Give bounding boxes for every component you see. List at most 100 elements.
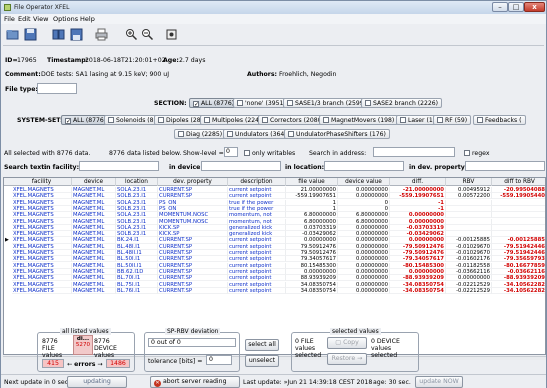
header-rbv[interactable]: RBV — [446, 178, 492, 186]
cell-location: SOLB.23.I1 — [116, 218, 158, 225]
settings-icon[interactable] — [165, 28, 178, 41]
header-diff-to-rbv[interactable]: diff to RBV — [492, 178, 545, 186]
header-location[interactable]: location — [116, 178, 158, 186]
table-row[interactable]: XFEL.MAGNETS MAGNET.ML SOLA.23.I1 PS_ON true… — [4, 199, 545, 206]
systemset-solenoids-toggle[interactable]: Solenoids (8) — [104, 115, 160, 125]
cell-device: MAGNET.ML — [72, 250, 116, 257]
cell-location: BL.70I.I1 — [116, 275, 158, 282]
copy-button[interactable]: ▢ Copy — [327, 337, 367, 349]
cell-rbv — [446, 224, 492, 231]
open-folder-icon[interactable] — [6, 28, 19, 41]
header-device-value[interactable]: device value — [338, 178, 390, 186]
section-all-toggle[interactable]: ✓ ALL (8776) — [189, 98, 239, 108]
table-row[interactable]: XFEL.MAGNETS MAGNET.ML BL.48I.I1 CURRENT.SP… — [4, 243, 545, 250]
menu-file[interactable]: File — [4, 15, 15, 23]
table-row[interactable]: XFEL.MAGNETS MAGNET.ML BL.50II.I1 CURRENT.S… — [4, 262, 545, 269]
cell-diff: -80.15485300 — [390, 262, 446, 269]
header-diff[interactable]: diff. — [390, 178, 446, 186]
cell-device-value: 6.80000000 — [338, 218, 390, 225]
table-row[interactable]: XFEL.MAGNETS MAGNET.ML BL.50I.I1 CURRENT.SP… — [4, 256, 545, 263]
table-row[interactable]: XFEL.MAGNETS MAGNET.ML BB.62.I1D CURRENT.SP… — [4, 268, 545, 276]
save-as-icon[interactable] — [70, 28, 83, 41]
zoom-out-icon[interactable] — [141, 28, 154, 41]
copy-icon: ▢ — [335, 339, 344, 346]
maximize-button[interactable]: □ — [508, 2, 524, 12]
cell-diff-to-rbv — [492, 219, 545, 225]
filetype-field[interactable] — [37, 83, 77, 94]
tolerance-spinner[interactable]: 0 — [206, 355, 232, 365]
regex-checkbox[interactable]: regex — [464, 150, 490, 157]
menu-view[interactable]: View — [33, 15, 48, 23]
table-row[interactable]: XFEL.MAGNETS MAGNET.ML SOLA.23.I1 MOMENTUM.… — [4, 212, 545, 219]
table-row[interactable]: XFEL.MAGNETS MAGNET.ML BL.75I.I1 CURRENT.SP… — [4, 281, 545, 288]
cell-device-value: 0 — [338, 199, 390, 206]
comment-value: DOE tests: SA1 lasing at 9.15 keV; 900 u… — [41, 71, 170, 78]
restore-button[interactable]: Restore → — [327, 353, 367, 365]
table-row[interactable]: ▶ XFEL.MAGNETS MAGNET.ML BK.24.I1 CURRENT.SP… — [4, 237, 545, 244]
systemset-feedbacks-toggle[interactable]: Feedbacks ( — [473, 115, 526, 125]
header-file-value[interactable]: file value — [286, 178, 338, 186]
section-sase13-toggle[interactable]: SASE1/3 branch (2599) — [283, 98, 370, 108]
systemset-undulators-toggle[interactable]: Undulators (364) — [223, 129, 291, 139]
facility-filter-input[interactable] — [79, 161, 159, 171]
cell-dev-property: CURRENT.SP — [158, 256, 228, 263]
table-row[interactable]: XFEL.MAGNETS MAGNET.ML SOLB.23.I1 PS_ON true… — [4, 205, 545, 213]
cell-device: MAGNET.ML — [72, 205, 116, 213]
cell-diff: -79.50912476 — [390, 250, 446, 257]
menu-options[interactable]: Options — [53, 15, 78, 23]
cell-location: BK.24.I1 — [116, 237, 158, 244]
file-values-label: 8776 FILE values — [42, 338, 63, 359]
menu-help[interactable]: Help — [80, 15, 95, 23]
table-row[interactable]: XFEL.MAGNETS MAGNET.ML SOLA.23.I1 CURRENT.S… — [4, 187, 545, 194]
table-row[interactable]: XFEL.MAGNETS MAGNET.ML BL.48II.I1 CURRENT.S… — [4, 250, 545, 257]
systemset-diag-toggle[interactable]: Diag (2285) — [174, 129, 227, 139]
checkbox-checked-icon: ✓ — [65, 118, 72, 125]
save-icon[interactable] — [24, 28, 37, 41]
show-level-spinner[interactable]: 0 — [224, 147, 238, 157]
only-writables-checkbox[interactable]: only writables — [244, 150, 295, 157]
zoom-in-icon[interactable] — [125, 28, 138, 41]
updating-button[interactable]: updating — [67, 376, 127, 388]
table-row[interactable]: XFEL.MAGNETS MAGNET.ML SOLA.23.I1 KICK.SP ge… — [4, 224, 545, 231]
menu-edit[interactable]: Edit — [18, 15, 31, 23]
select-all-button[interactable]: select all — [245, 339, 279, 351]
device-filter-input[interactable] — [201, 161, 281, 171]
location-filter-input[interactable] — [324, 161, 404, 171]
authors-label: Authors: — [247, 71, 278, 78]
header-device[interactable]: device — [72, 178, 116, 186]
cell-facility: XFEL.MAGNETS — [12, 287, 72, 294]
section-none-toggle[interactable]: 'none' (3951) — [233, 98, 290, 108]
dev-property-filter-input[interactable] — [465, 161, 545, 171]
search-address-input[interactable] — [373, 147, 455, 157]
arrow-right-icon: → — [355, 355, 363, 362]
table-row[interactable]: XFEL.MAGNETS MAGNET.ML SOLB.23.I1 CURRENT.S… — [4, 193, 545, 200]
table-row[interactable]: XFEL.MAGNETS MAGNET.ML BL.70I.I1 CURRENT.SP… — [4, 275, 545, 282]
device-errors-count: 1486 — [106, 359, 130, 368]
compare-files-icon[interactable] — [52, 28, 65, 41]
print-icon[interactable] — [95, 28, 108, 41]
in-facility-label: in facility: — [44, 164, 80, 171]
systemset-rf-toggle[interactable]: RF (59) — [433, 115, 472, 125]
header-facility[interactable]: facility — [12, 178, 72, 186]
cell-location: BL.50I.I1 — [116, 256, 158, 263]
minimize-button[interactable]: – — [492, 2, 508, 12]
update-now-button[interactable]: update NOW — [415, 376, 463, 388]
header-dev-property[interactable]: dev. property — [158, 178, 228, 186]
unselect-button[interactable]: unselect — [245, 355, 279, 367]
systemset-phaseshifters-toggle[interactable]: UndulatorPhaseShifters (176) — [284, 129, 390, 139]
close-button[interactable]: x — [524, 2, 545, 12]
table-row[interactable]: XFEL.MAGNETS MAGNET.ML BL.76I.I1 CURRENT.SP… — [4, 287, 545, 294]
section-sase2-toggle[interactable]: SASE2 branch (2226) — [361, 98, 443, 108]
cell-file-value: 21.00000000 — [286, 187, 338, 194]
table-row[interactable]: XFEL.MAGNETS MAGNET.ML SOLB.23.I1 MOMENTUM.… — [4, 218, 545, 225]
cell-dev-property: PS_ON — [158, 205, 228, 213]
systemset-correctors-toggle[interactable]: Correctors (2080) — [258, 115, 328, 125]
cell-diff: -1 — [390, 205, 446, 213]
header-description[interactable]: description — [228, 178, 286, 186]
abort-server-reading-button[interactable]: ✕ abort server reading — [150, 376, 240, 388]
table-row[interactable]: XFEL.MAGNETS MAGNET.ML SOLB.23.I1 KICK.SP ge… — [4, 231, 545, 238]
cell-file-value: 88.93939209 — [286, 275, 338, 282]
systemset-magnetmovers-toggle[interactable]: MagnetMovers (198) — [319, 115, 399, 125]
systemset-all-toggle[interactable]: ✓ ALL (8776) — [61, 115, 111, 125]
cell-device-value: 0.00000000 — [338, 262, 390, 269]
